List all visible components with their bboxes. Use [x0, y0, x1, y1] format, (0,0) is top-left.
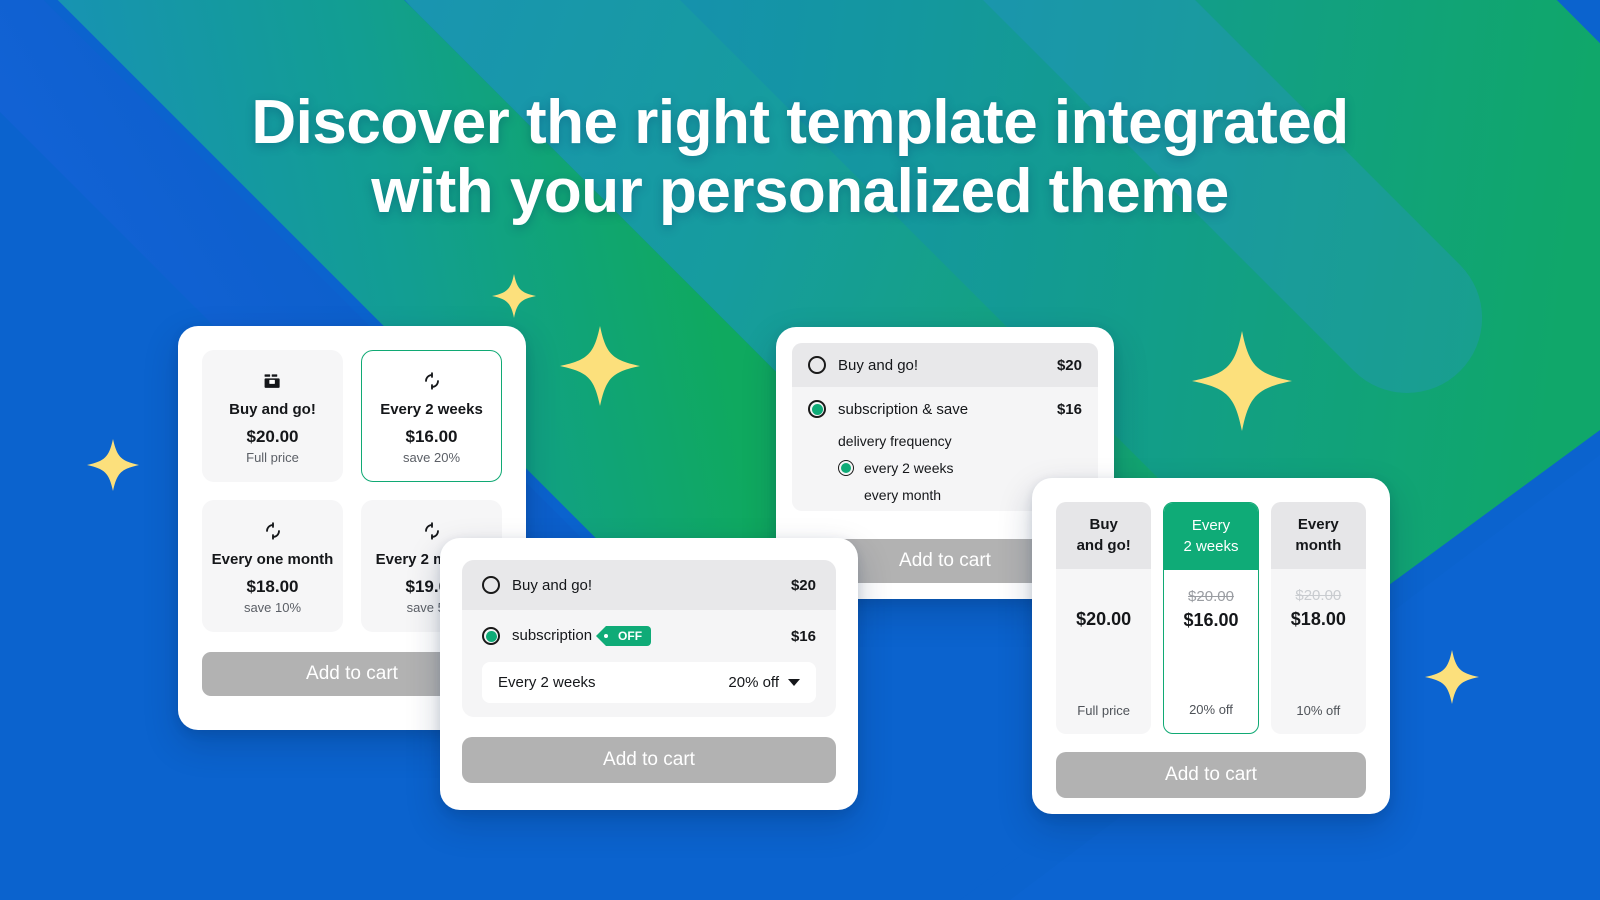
plan-old-price: $20.00: [1188, 587, 1234, 605]
plan-price: $18.00: [1290, 608, 1346, 629]
radio-list: Buy and go! $20 subscription OFF $16 Ever…: [462, 560, 836, 717]
tile-note: save 10%: [243, 600, 302, 615]
plan-body: $20.00 $16.00: [1164, 570, 1257, 702]
radio-row-subscription[interactable]: subscription OFF $16: [462, 610, 836, 662]
plan-column[interactable]: Buy and go! $20.00 Full price: [1056, 502, 1152, 734]
frequency-value: Every 2 weeks: [498, 674, 596, 691]
plan-price: $20.00: [1076, 608, 1132, 629]
plan-title-line-1: Every: [1297, 516, 1339, 533]
plan-column[interactable]: Every month $20.00 $18.00 10% off: [1270, 502, 1366, 734]
add-to-cart-button[interactable]: Add to cart: [462, 737, 836, 783]
radio-button-on[interactable]: [482, 627, 500, 645]
tile-price: $16.00: [405, 427, 458, 446]
plan-title-line-2: 2 weeks: [1183, 538, 1239, 556]
frequency-select[interactable]: Every 2 weeks 20% off: [482, 662, 816, 703]
plan-column-selected[interactable]: Every 2 weeks $20.00 $16.00 20% off: [1163, 502, 1259, 734]
frequency-right: 20% off: [728, 674, 800, 691]
plan-old-price: $20.00: [1295, 586, 1342, 604]
option-label-wrap: subscription OFF: [512, 626, 779, 646]
tile-price: $20.00: [246, 427, 299, 446]
tile-option[interactable]: Buy and go! $20.00 Full price: [202, 350, 343, 482]
option-price: $16: [790, 627, 816, 645]
plan-title: Every month: [1270, 502, 1366, 569]
radio-button-off[interactable]: [482, 576, 500, 594]
tile-option-selected[interactable]: Every 2 weeks $16.00 save 20%: [361, 350, 502, 482]
tile-price: $18.00: [246, 577, 299, 596]
tile-title: Every one month: [211, 551, 334, 568]
chevron-down-icon: [788, 679, 800, 686]
plan-body: $20.00: [1056, 569, 1151, 703]
radio-button-off[interactable]: [808, 356, 826, 374]
tile-option[interactable]: Every one month $18.00 save 10%: [202, 500, 343, 632]
radio-button-on[interactable]: [838, 460, 854, 476]
plan-title-line-2: month: [1295, 537, 1342, 555]
plan-note: 10% off: [1296, 703, 1341, 718]
discount-badge: OFF: [596, 626, 652, 646]
radio-button-on[interactable]: [808, 400, 826, 418]
plan-body: $20.00 $18.00: [1271, 569, 1366, 703]
plan-note: 20% off: [1189, 702, 1233, 717]
option-price: $16: [1056, 400, 1082, 418]
tile-note: save 20%: [402, 450, 461, 465]
option-label: Buy and go!: [512, 576, 593, 594]
plan-title: Every 2 weeks: [1164, 503, 1258, 570]
plan-price: $16.00: [1183, 609, 1239, 630]
frequency-label: every month: [864, 487, 942, 503]
recurring-icon: [370, 369, 493, 393]
headline-line-2: with your personalized theme: [371, 157, 1229, 227]
column-group: Buy and go! $20.00 Full price Every 2 we…: [1056, 502, 1366, 734]
recurring-icon: [211, 519, 334, 543]
frequency-heading: delivery frequency: [838, 433, 952, 449]
tile-title: Every 2 weeks: [380, 401, 483, 418]
add-to-cart-button[interactable]: Add to cart: [1056, 752, 1366, 798]
plan-title: Buy and go!: [1056, 502, 1152, 569]
plan-note: Full price: [1077, 703, 1131, 718]
headline-line-1: Discover the right template integrated: [251, 88, 1349, 157]
hero-banner: Discover the right template integrated w…: [0, 0, 1600, 900]
option-label: subscription: [512, 627, 593, 644]
frequency-label: every 2 weeks: [864, 460, 954, 476]
radio-row-subscription[interactable]: subscription & save $16: [792, 387, 1098, 431]
tile-title: Buy and go!: [229, 401, 316, 418]
option-price: $20: [790, 576, 816, 594]
shopping-bag-icon: [211, 369, 334, 393]
option-price: $20: [1056, 356, 1082, 374]
radio-list-tag-card: Buy and go! $20 subscription OFF $16 Ever…: [440, 538, 858, 810]
sparkle-small-left: [87, 439, 139, 491]
plan-title-line-1: Every: [1191, 517, 1231, 534]
page-title: Discover the right template integrated w…: [0, 88, 1600, 227]
column-compare-card: Buy and go! $20.00 Full price Every 2 we…: [1032, 478, 1390, 814]
radio-row-buy-and-go[interactable]: Buy and go! $20: [792, 343, 1098, 387]
tile-note: Full price: [246, 450, 299, 465]
radio-row-buy-and-go[interactable]: Buy and go! $20: [462, 560, 836, 610]
plan-title-line-1: Buy: [1089, 516, 1118, 533]
option-label: Buy and go!: [838, 356, 919, 374]
option-label: subscription & save: [838, 400, 969, 418]
frequency-discount: 20% off: [728, 674, 779, 691]
plan-title-line-2: and go!: [1076, 537, 1131, 555]
